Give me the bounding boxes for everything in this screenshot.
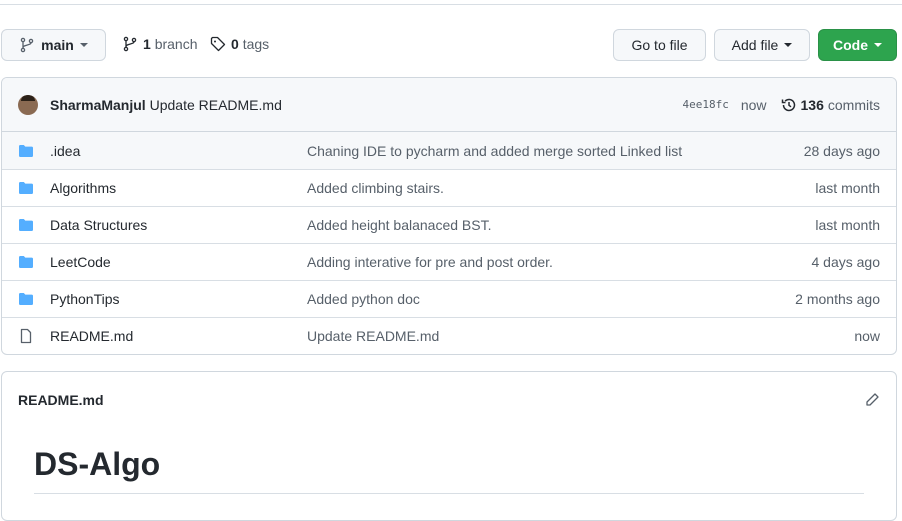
file-row[interactable]: LeetCode Adding interative for pre and p… [2,243,896,280]
file-age: 4 days ago [811,254,881,270]
caret-down-icon [784,43,793,47]
file-name[interactable]: LeetCode [50,254,307,270]
top-divider [0,0,902,5]
folder-icon-wrap [18,217,34,233]
folder-icon [19,219,33,231]
file-row[interactable]: Algorithms Added climbing stairs. last m… [2,169,896,206]
branch-label: branch [154,36,198,52]
file-commit-message[interactable]: Added height balanaced BST. [307,217,815,233]
latest-commit-bar: SharmaManjul Update README.md 4ee18fc no… [2,78,896,132]
file-age: last month [815,180,880,196]
commit-author[interactable]: SharmaManjul [50,97,146,113]
file-commit-message[interactable]: Added climbing stairs. [307,180,815,196]
file-name[interactable]: README.md [50,328,307,344]
file-commit-message[interactable]: Update README.md [307,328,854,344]
folder-icon [19,293,33,305]
readme-filename: README.md [18,392,104,408]
file-age: last month [815,217,880,233]
branch-name: main [41,37,74,53]
tags-link[interactable]: 0 tags [210,36,269,52]
commit-sha[interactable]: 4ee18fc [682,98,728,111]
branch-count: 1 [143,36,151,52]
folder-icon [19,256,33,268]
tag-count: 0 [231,36,239,52]
branch-select-button[interactable]: main [1,29,106,61]
file-name[interactable]: PythonTips [50,291,307,307]
file-icon [20,328,32,344]
file-row[interactable]: PythonTips Added python doc 2 months ago [2,280,896,317]
file-row[interactable]: .idea Chaning IDE to pycharm and added m… [2,132,896,169]
commit-count: 136 [800,96,824,113]
readme-header: README.md [2,372,896,428]
file-name[interactable]: .idea [50,143,307,159]
readme-heading: DS-Algo [34,446,864,494]
folder-icon-wrap [18,291,34,307]
file-browser: SharmaManjul Update README.md 4ee18fc no… [1,77,897,355]
tag-icon [210,36,226,52]
folder-icon [19,144,33,157]
file-name[interactable]: Algorithms [50,180,307,196]
pencil-icon[interactable] [864,392,880,408]
folder-icon-wrap [18,143,34,159]
git-branch-icon [20,37,34,53]
go-to-file-label: Go to file [631,37,688,53]
file-commit-message[interactable]: Chaning IDE to pycharm and added merge s… [307,143,804,159]
file-icon-wrap [18,328,34,344]
tag-label: tags [242,36,270,52]
git-branch-icon [123,36,137,52]
folder-icon-wrap [18,254,34,270]
caret-down-icon [874,43,882,47]
folder-icon [19,182,33,194]
folder-icon-wrap [18,180,34,196]
file-commit-message[interactable]: Adding interative for pre and post order… [307,254,812,270]
commit-message[interactable]: Update README.md [150,97,282,113]
file-age: 2 months ago [795,291,880,307]
avatar[interactable] [18,94,38,115]
go-to-file-button[interactable]: Go to file [613,29,706,61]
file-row[interactable]: README.md Update README.md now [2,317,896,354]
add-file-button[interactable]: Add file [714,29,810,61]
commit-count-label: commits [827,96,880,113]
commits-link[interactable]: 136 commits [781,97,880,113]
code-label: Code [833,37,868,53]
caret-down-icon [79,43,88,47]
file-name[interactable]: Data Structures [50,217,307,233]
branches-link[interactable]: 1 branch [122,36,198,52]
readme-panel: README.md DS-Algo [1,371,897,521]
file-commit-message[interactable]: Added python doc [307,291,795,307]
file-age: 28 days ago [803,142,880,159]
history-icon [781,98,795,111]
file-row[interactable]: Data Structures Added height balanaced B… [2,206,896,243]
commit-time: now [740,96,767,113]
code-button[interactable]: Code [818,29,897,61]
add-file-label: Add file [731,37,779,53]
file-age: now [854,328,880,344]
